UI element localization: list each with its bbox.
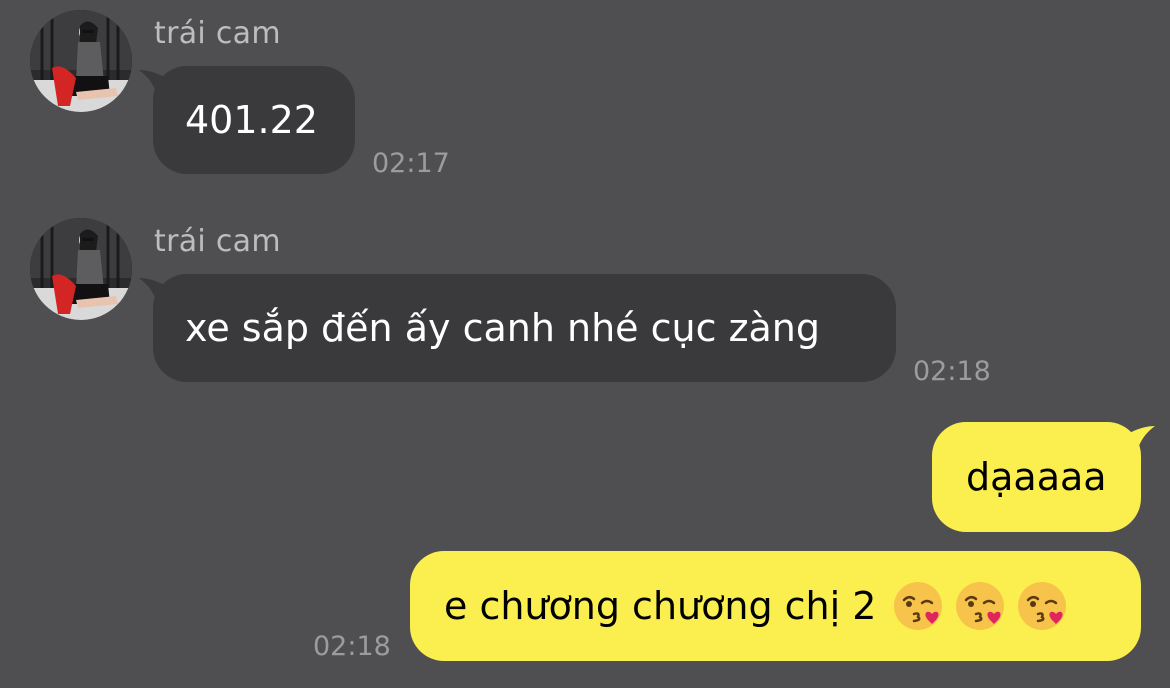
- face-blowing-a-kiss-icon: [1018, 582, 1067, 630]
- sender-avatar[interactable]: [30, 218, 132, 320]
- message-text: e chương chương chị 2: [444, 584, 877, 628]
- avatar-photo-icon: [30, 218, 132, 320]
- bubble-tail-icon: [1115, 426, 1155, 452]
- message-bubble-incoming[interactable]: xe sắp đến ấy canh nhé cục zàng: [139, 274, 896, 382]
- message-text: dạaaaa: [966, 455, 1107, 499]
- chat-thread: trái cam 401.22 02:17 trái cam xe sắp đế…: [0, 0, 1170, 688]
- message-timestamp: 02:18: [313, 631, 391, 662]
- message-text: 401.22: [185, 98, 318, 142]
- face-blowing-a-kiss-icon: [894, 582, 943, 630]
- sender-name: trái cam: [154, 16, 281, 51]
- face-blowing-a-kiss-icon: [956, 582, 1005, 630]
- sender-avatar[interactable]: [30, 10, 132, 112]
- avatar-photo-icon: [30, 10, 132, 112]
- message-bubble-outgoing[interactable]: dạaaaa: [932, 422, 1155, 532]
- message-timestamp: 02:17: [372, 148, 450, 179]
- bubble-tail-icon: [139, 70, 179, 96]
- message-bubble-incoming[interactable]: 401.22: [139, 66, 355, 174]
- bubble-tail-icon: [139, 278, 179, 304]
- message-text: xe sắp đến ấy canh nhé cục zàng: [185, 306, 821, 350]
- message-bubble-outgoing[interactable]: e chương chương chị 2: [410, 551, 1141, 661]
- sender-name: trái cam: [154, 224, 281, 259]
- message-timestamp: 02:18: [913, 356, 991, 387]
